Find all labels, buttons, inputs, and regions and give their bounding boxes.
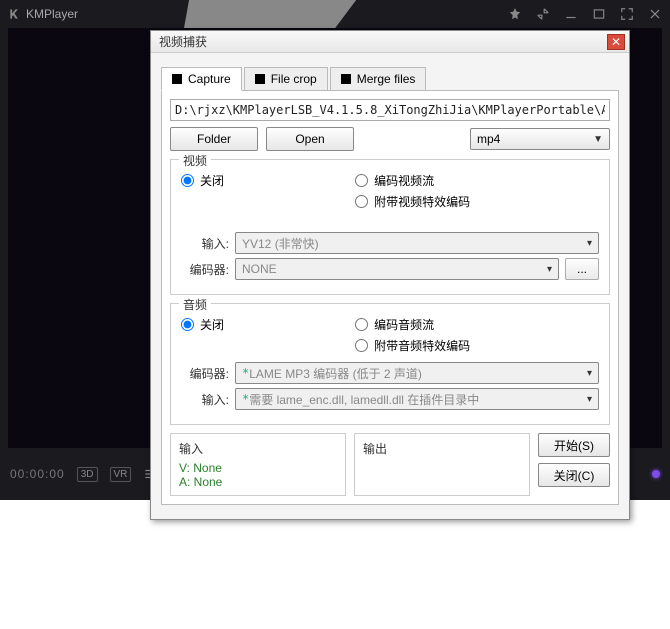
audio-radio-encode-input[interactable] — [355, 318, 368, 331]
output-panel: 输出 — [354, 433, 530, 496]
audio-encoder-label: 编码器: — [181, 365, 229, 382]
dialog-footer: 输入 V: None A: None 输出 开始(S) 关闭(C) — [170, 433, 610, 496]
input-panel-title: 输入 — [179, 440, 337, 457]
audio-radio-effects-input[interactable] — [355, 339, 368, 352]
badge-3d[interactable]: 3D — [77, 467, 98, 482]
capture-dialog: 视频捕获 ✕ Capture File crop Merge files Fol… — [150, 30, 630, 520]
time-elapsed: 00:00:00 — [10, 467, 65, 481]
tab-merge-files[interactable]: Merge files — [330, 67, 427, 90]
dialog-title: 视频捕获 — [155, 33, 607, 50]
minimize-icon[interactable] — [564, 7, 578, 21]
format-select-value: mp4 — [477, 132, 500, 146]
tab-file-crop[interactable]: File crop — [244, 67, 328, 90]
audio-radio-effects[interactable]: 附带音频特效编码 — [355, 337, 599, 354]
video-radio-off[interactable]: 关闭 — [181, 172, 355, 189]
progress-handle-icon[interactable] — [652, 470, 660, 478]
dialog-body: Capture File crop Merge files Folder Ope… — [151, 53, 629, 513]
video-encoder-options-button[interactable]: ... — [565, 258, 599, 280]
player-window-controls — [508, 7, 662, 21]
video-group: 视频 关闭 编码视频流 — [170, 159, 610, 295]
badge-vr[interactable]: VR — [110, 467, 132, 482]
close-icon[interactable] — [648, 7, 662, 21]
input-panel-v: V: None — [179, 461, 337, 475]
tab-merge-label: Merge files — [357, 72, 416, 86]
audio-group-title: 音频 — [179, 296, 211, 313]
audio-radio-off-input[interactable] — [181, 318, 194, 331]
audio-radio-encode[interactable]: 编码音频流 — [355, 316, 599, 333]
video-radio-encode[interactable]: 编码视频流 — [355, 172, 599, 189]
input-panel-a: A: None — [179, 475, 337, 489]
shrink-icon[interactable] — [536, 7, 550, 21]
player-title: KMPlayer — [8, 7, 78, 21]
tab-filecrop-label: File crop — [271, 72, 317, 86]
start-button[interactable]: 开始(S) — [538, 433, 610, 457]
audio-encoder-value: LAME MP3 编码器 (低于 2 声道) — [249, 365, 422, 382]
chevron-down-icon: ▼ — [593, 134, 603, 145]
video-input-value: YV12 (非常快) — [242, 235, 319, 252]
video-radio-off-input[interactable] — [181, 174, 194, 187]
close-x-icon: ✕ — [611, 36, 621, 48]
player-app-name: KMPlayer — [26, 7, 78, 21]
video-encoder-label: 编码器: — [181, 261, 229, 278]
video-radio-encode-input[interactable] — [355, 174, 368, 187]
folder-button[interactable]: Folder — [170, 127, 258, 151]
tab-capture[interactable]: Capture — [161, 67, 242, 91]
chevron-down-icon: ▾ — [547, 264, 552, 275]
close-button[interactable]: 关闭(C) — [538, 463, 610, 487]
tab-capture-label: Capture — [188, 72, 231, 86]
video-radio-effects[interactable]: 附带视频特效编码 — [355, 193, 599, 210]
audio-input-label: 输入: — [181, 391, 229, 408]
audio-input-value: 需要 lame_enc.dll, lamedll.dll 在插件目录中 — [249, 391, 479, 408]
video-input-label: 输入: — [181, 235, 229, 252]
pin-icon[interactable] — [508, 7, 522, 21]
output-path-input[interactable] — [170, 99, 610, 121]
video-radio-effects-input[interactable] — [355, 195, 368, 208]
maximize-icon[interactable] — [592, 7, 606, 21]
format-select[interactable]: mp4 ▼ — [470, 128, 610, 150]
video-encoder-select[interactable]: NONE ▾ — [235, 258, 559, 280]
player-titlebar: KMPlayer — [0, 0, 670, 28]
square-icon — [341, 74, 351, 84]
audio-group: 音频 关闭 编码音频流 — [170, 303, 610, 425]
chevron-down-icon: ▾ — [587, 394, 592, 405]
input-panel: 输入 V: None A: None — [170, 433, 346, 496]
kmplayer-logo-icon — [8, 7, 22, 21]
fullscreen-icon[interactable] — [620, 7, 634, 21]
video-group-title: 视频 — [179, 152, 211, 169]
output-panel-title: 输出 — [363, 440, 521, 457]
video-input-select[interactable]: YV12 (非常快) ▾ — [235, 232, 599, 254]
audio-radio-off[interactable]: 关闭 — [181, 316, 355, 333]
chevron-down-icon: ▾ — [587, 238, 592, 249]
square-icon — [255, 74, 265, 84]
square-icon — [172, 74, 182, 84]
video-encoder-value: NONE — [242, 262, 277, 276]
tab-panel-capture: Folder Open mp4 ▼ 视频 关闭 — [161, 91, 619, 505]
dialog-titlebar[interactable]: 视频捕获 ✕ — [151, 31, 629, 53]
dialog-close-button[interactable]: ✕ — [607, 34, 625, 50]
tabs-bar: Capture File crop Merge files — [161, 67, 619, 91]
chevron-down-icon: ▾ — [587, 368, 592, 379]
open-button[interactable]: Open — [266, 127, 354, 151]
audio-input-select[interactable]: * 需要 lame_enc.dll, lamedll.dll 在插件目录中 ▾ — [235, 388, 599, 410]
audio-encoder-select[interactable]: * LAME MP3 编码器 (低于 2 声道) ▾ — [235, 362, 599, 384]
